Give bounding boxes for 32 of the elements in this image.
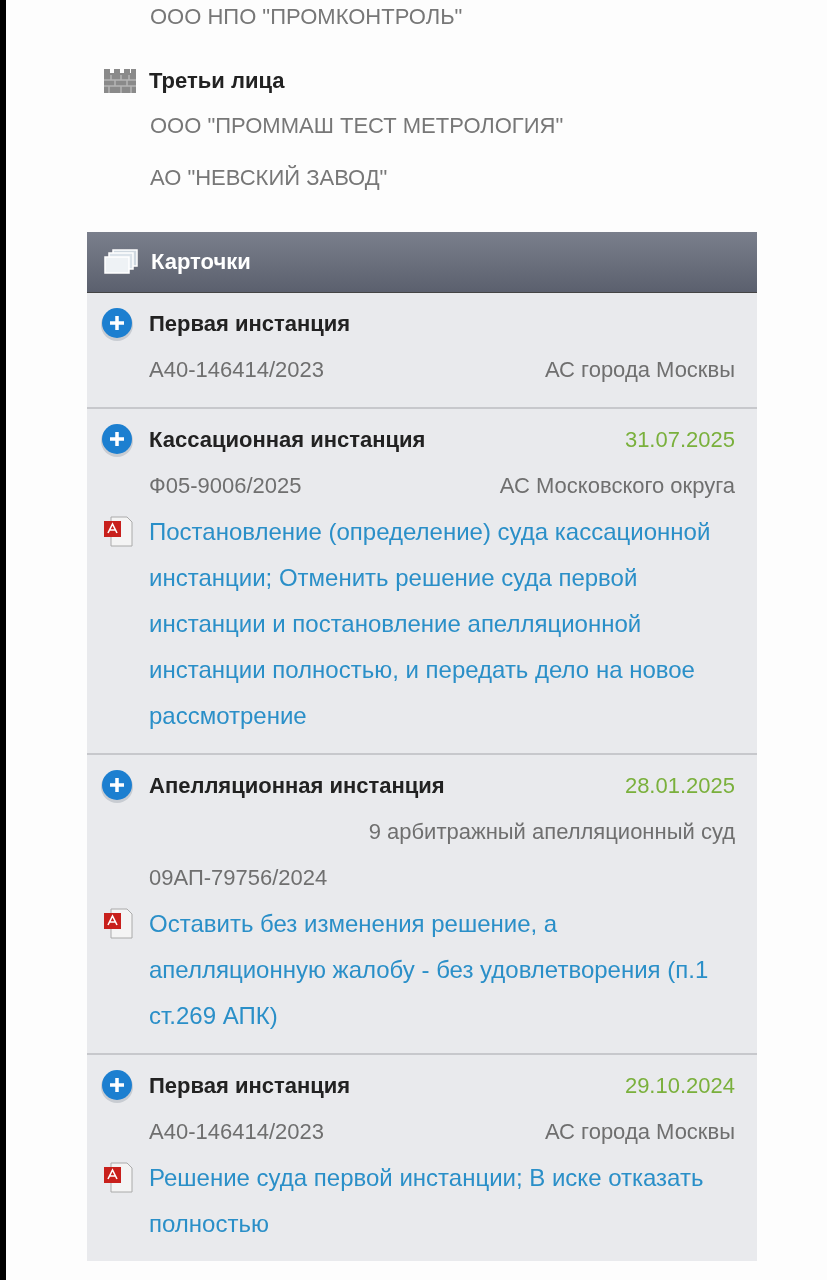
court-name: 9 арбитражный апелляционный суд: [368, 819, 735, 845]
case-number: Ф05-9006/2025: [149, 473, 302, 499]
court-name: АС города Москвы: [544, 357, 735, 383]
panel-title: Карточки: [151, 249, 251, 275]
party-name: ООО "ПРОММАШ ТЕСТ МЕТРОЛОГИЯ": [149, 112, 565, 140]
card-title: Кассационная инстанция: [149, 427, 426, 453]
card-title: Первая инстанция: [149, 1073, 351, 1099]
pdf-icon: [103, 515, 133, 547]
plus-icon[interactable]: [99, 1068, 135, 1104]
cards-icon: [103, 249, 139, 275]
pdf-icon: [103, 1161, 133, 1193]
document-link[interactable]: Оставить без изменения решение, а апелляционную жалобу - без удовлетворения (п.1 ст.269 АПК): [149, 901, 735, 1039]
plus-icon[interactable]: [99, 768, 135, 804]
plus-icon[interactable]: [99, 306, 135, 342]
party-name: ООО НПО "ПРОМКОНТРОЛЬ": [149, 3, 464, 30]
court-name: АС Московского округа: [499, 473, 735, 499]
card-title: Первая инстанция: [149, 311, 351, 337]
card-date: 29.10.2024: [624, 1073, 735, 1099]
party-name: АО "НЕВСКИЙ ЗАВОД": [149, 164, 389, 192]
plus-icon[interactable]: [99, 422, 135, 458]
wall-icon: [103, 68, 137, 94]
case-number: 09АП-79756/2024: [149, 865, 328, 891]
document-link[interactable]: Решение суда первой инстанции; В иске отказать полностью: [149, 1155, 735, 1247]
card-title: Апелляционная инстанция: [149, 773, 445, 799]
case-number: А40-146414/2023: [149, 357, 324, 383]
court-name: АС города Москвы: [544, 1119, 735, 1145]
section-title: Третьи лица: [149, 68, 285, 94]
document-link[interactable]: Постановление (определение) суда кассационной инстанции; Отменить решение суда первой инстанции и постановление апелляционной инстанции полностью, и передать дело на новое рассмотрение: [149, 509, 735, 739]
pdf-icon: [103, 907, 133, 939]
card-date: 31.07.2025: [624, 427, 735, 453]
card-date: 28.01.2025: [624, 773, 735, 799]
case-number: А40-146414/2023: [149, 1119, 324, 1145]
